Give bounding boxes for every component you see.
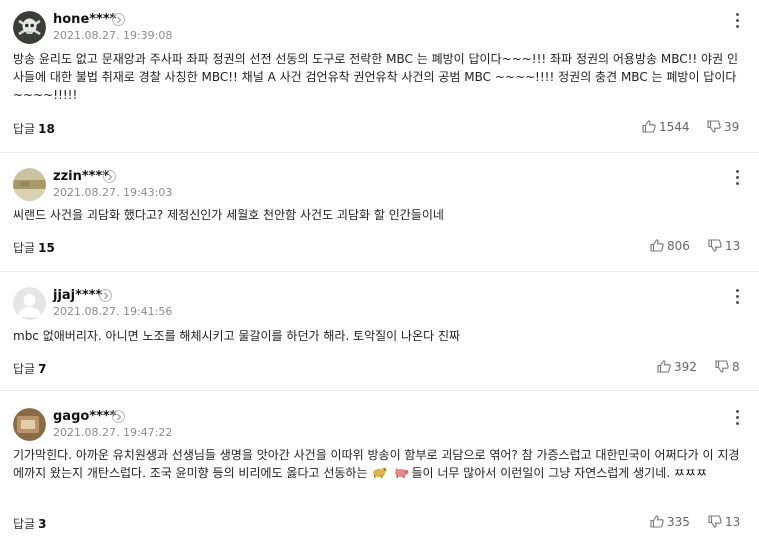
dislike-count: 8: [732, 360, 740, 374]
timestamp: 2021.08.27. 19:39:08: [53, 29, 173, 42]
like-count: 1544: [659, 120, 690, 134]
username[interactable]: zzin****: [53, 169, 109, 184]
like-button[interactable]: 1544: [642, 120, 690, 134]
dislike-count: 39: [724, 120, 740, 134]
chevron-right-icon[interactable]: [112, 410, 125, 423]
like-count: 806: [667, 239, 690, 253]
reply-label: 답글: [13, 362, 36, 376]
reply-label: 답글: [13, 517, 36, 531]
timestamp: 2021.08.27. 19:47:22: [53, 426, 173, 439]
avatar[interactable]: [13, 11, 46, 44]
comment-text: mbc 없애버리자. 아니면 노조를 해체시키고 물갈이를 하던가 해라. 토악…: [13, 329, 461, 343]
dislike-button[interactable]: 39: [707, 120, 739, 134]
thumbs-up-icon: [650, 515, 664, 528]
pig-emoji-icon: [393, 465, 409, 483]
thumbs-up-icon: [650, 239, 664, 252]
reply-button[interactable]: 답글 15: [13, 239, 55, 256]
dislike-button[interactable]: 13: [708, 515, 740, 529]
photo-avatar-icon: [13, 408, 46, 441]
dislike-count: 13: [725, 515, 741, 529]
chevron-right-icon[interactable]: [99, 289, 112, 302]
reply-count: 7: [38, 362, 47, 376]
more-options-icon[interactable]: [733, 13, 741, 31]
timestamp: 2021.08.27. 19:41:56: [53, 305, 173, 318]
thumbs-down-icon: [715, 360, 729, 373]
like-button[interactable]: 806: [650, 239, 690, 253]
comment-text: 기가막힌다. 아까운 유치원생과 선생님들 생명을 앗아간 사건을 이따위 방송…: [13, 446, 743, 483]
comment-item: gago**** 2021.08.27. 19:47:22 기가막힌다. 아까운…: [0, 408, 759, 544]
like-button[interactable]: 392: [657, 360, 697, 374]
more-options-icon[interactable]: [733, 410, 741, 428]
reply-button[interactable]: 답글 7: [13, 360, 46, 377]
reply-count: 18: [38, 122, 55, 136]
more-options-icon[interactable]: [733, 289, 741, 307]
comment-item: jjaj**** 2021.08.27. 19:41:56 mbc 없애버리자.…: [0, 287, 759, 391]
chevron-right-icon[interactable]: [103, 170, 116, 183]
chevron-right-icon[interactable]: [112, 13, 125, 26]
comment-text-part: 들이 너무 많아서 이런일이 그냥 자연스럽게 생기네. ㅉㅉㅉ: [411, 466, 707, 480]
photo-avatar-icon: [13, 168, 46, 201]
thumbs-down-icon: [707, 120, 721, 133]
thumbs-down-icon: [708, 239, 722, 252]
timestamp: 2021.08.27. 19:43:03: [53, 186, 173, 199]
dislike-count: 13: [725, 239, 741, 253]
dislike-button[interactable]: 13: [708, 239, 740, 253]
reply-count: 3: [38, 517, 47, 531]
reply-button[interactable]: 답글 3: [13, 515, 46, 532]
comment-item: zzin**** 2021.08.27. 19:43:03 씨랜드 사건을 괴담…: [0, 168, 759, 272]
default-person-avatar-icon: [13, 287, 46, 320]
pirate-skull-avatar-icon: [13, 11, 46, 44]
thumbs-up-icon: [657, 360, 671, 373]
reply-label: 답글: [13, 241, 36, 255]
reply-label: 답글: [13, 122, 36, 136]
username[interactable]: jjaj****: [53, 288, 102, 303]
like-button[interactable]: 335: [650, 515, 690, 529]
avatar[interactable]: [13, 168, 46, 201]
comment-item: hone**** 2021.08.27. 19:39:08 방송 윤리도 없고 …: [0, 11, 759, 153]
dog-emoji-icon: [371, 465, 387, 483]
comment-text: 방송 윤리도 없고 문재앙과 주사파 좌파 정권의 선전 선동의 도구로 전락한…: [13, 52, 738, 102]
username[interactable]: gago****: [53, 409, 117, 424]
reply-count: 15: [38, 241, 55, 255]
avatar[interactable]: [13, 287, 46, 320]
dislike-button[interactable]: 8: [715, 360, 740, 374]
thumbs-down-icon: [708, 515, 722, 528]
more-options-icon[interactable]: [733, 170, 741, 188]
username[interactable]: hone****: [53, 12, 116, 27]
comment-list: hone**** 2021.08.27. 19:39:08 방송 윤리도 없고 …: [0, 0, 759, 544]
reply-button[interactable]: 답글 18: [13, 120, 55, 137]
thumbs-up-icon: [642, 120, 656, 133]
avatar[interactable]: [13, 408, 46, 441]
comment-text: 씨랜드 사건을 괴담화 했다고? 제정신인가 세월호 천안함 사건도 괴담화 할…: [13, 208, 444, 222]
like-count: 392: [674, 360, 697, 374]
like-count: 335: [667, 515, 690, 529]
